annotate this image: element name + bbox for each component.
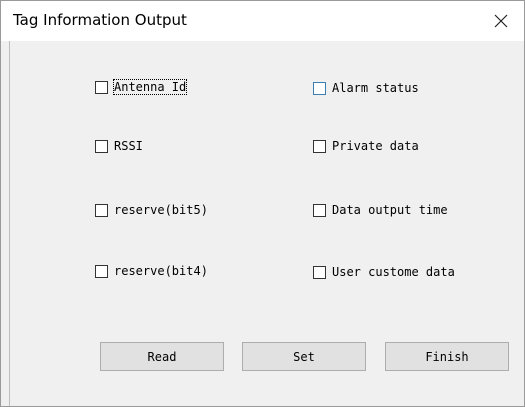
checkbox-antenna-id[interactable]: Antenna Id (95, 79, 188, 95)
checkbox-box[interactable] (95, 80, 108, 94)
read-button[interactable]: Read (100, 342, 224, 371)
close-button[interactable] (478, 1, 524, 41)
checkbox-label: reserve(bit5) (114, 203, 208, 217)
checkbox-private-data[interactable]: Private data (313, 139, 419, 153)
checkbox-label: Alarm status (332, 81, 419, 95)
set-button[interactable]: Set (242, 342, 366, 371)
window-title: Tag Information Output (13, 11, 187, 29)
checkbox-user-custome-data[interactable]: User custome data (313, 265, 455, 279)
checkbox-reserve-bit5[interactable]: reserve(bit5) (95, 203, 208, 217)
checkbox-alarm-status[interactable]: Alarm status (313, 81, 419, 95)
dialog-window: Tag Information Output Antenna Id RSSI r… (0, 0, 525, 407)
checkbox-reserve-bit4[interactable]: reserve(bit4) (95, 264, 208, 278)
checkbox-box[interactable] (95, 203, 108, 217)
checkbox-rssi[interactable]: RSSI (95, 139, 143, 153)
checkbox-box[interactable] (313, 81, 326, 95)
checkbox-label: Data output time (332, 203, 448, 217)
client-edge (9, 41, 10, 406)
checkbox-label: Antenna Id (112, 79, 188, 95)
close-icon (494, 14, 508, 28)
finish-button[interactable]: Finish (385, 342, 509, 371)
checkbox-label: RSSI (114, 139, 143, 153)
checkbox-box[interactable] (313, 203, 326, 217)
title-bar[interactable]: Tag Information Output (1, 1, 524, 41)
checkbox-box[interactable] (313, 265, 326, 279)
checkbox-data-output-time[interactable]: Data output time (313, 203, 448, 217)
checkbox-box[interactable] (95, 139, 108, 153)
checkbox-label: Private data (332, 139, 419, 153)
checkbox-label: User custome data (332, 265, 455, 279)
checkbox-label: reserve(bit4) (114, 264, 208, 278)
checkbox-box[interactable] (95, 264, 108, 278)
checkbox-box[interactable] (313, 139, 326, 153)
